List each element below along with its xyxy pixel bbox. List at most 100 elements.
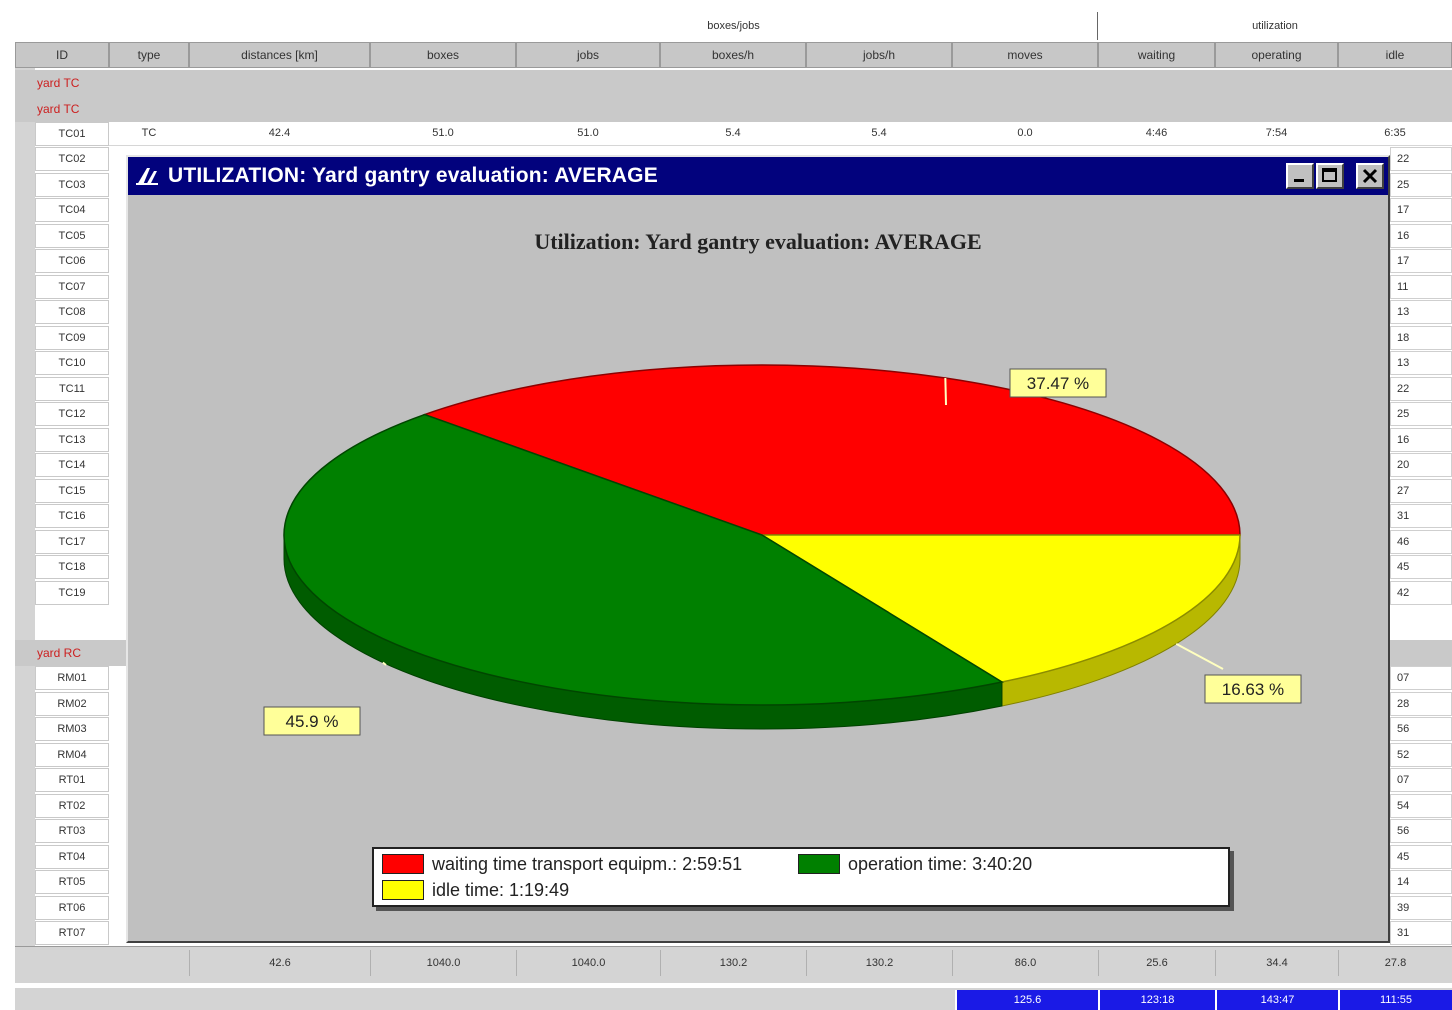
row-id-cell[interactable]: TC03 [35, 172, 109, 197]
table-cell: 39 [1390, 895, 1452, 920]
legend-swatch [382, 854, 424, 874]
column-header-idle[interactable]: idle [1338, 42, 1452, 68]
group-row[interactable]: yard TC [15, 70, 1452, 96]
pie-data-label-operation: 45.9 % [263, 706, 361, 736]
window-titlebar[interactable]: UTILIZATION: Yard gantry evaluation: AVE… [128, 157, 1388, 195]
legend-item-operation: operation time: 3:40:20 [798, 852, 1032, 876]
legend-swatch [382, 880, 424, 900]
row-id-cell[interactable]: TC14 [35, 453, 109, 477]
row-id-cell[interactable]: RM02 [35, 691, 109, 716]
row-id-cell[interactable]: TC05 [35, 223, 109, 248]
column-header-id[interactable]: ID [15, 42, 109, 68]
table-cell: 51.0 [370, 122, 516, 146]
column-header-waiting[interactable]: waiting [1098, 42, 1215, 68]
row-id-cell[interactable]: RT04 [35, 844, 109, 869]
table-cell: 25 [1390, 172, 1452, 197]
table-cell: 11 [1390, 274, 1452, 299]
row-id-cell[interactable]: TC02 [35, 147, 109, 171]
svg-text:16.63 %: 16.63 % [1222, 680, 1284, 699]
column-header-operating[interactable]: operating [1215, 42, 1338, 68]
column-header-jobs-per-hour[interactable]: jobs/h [806, 42, 952, 68]
table-cell: 07 [1390, 768, 1452, 792]
row-id-cell[interactable]: TC07 [35, 274, 109, 299]
table-cell: 31 [1390, 504, 1452, 528]
chart-app-icon [134, 165, 160, 187]
table-cell: 45 [1390, 844, 1452, 869]
row-id-cell[interactable]: TC08 [35, 300, 109, 324]
row-gutter [15, 68, 35, 946]
group-row[interactable]: yard TC [15, 96, 1452, 122]
column-header-boxes[interactable]: boxes [370, 42, 516, 68]
row-id-cell[interactable]: TC11 [35, 376, 109, 401]
row-id-cell[interactable]: RT03 [35, 819, 109, 843]
legend-item-idle: idle time: 1:19:49 [382, 878, 569, 902]
legend-label: idle time: 1:19:49 [432, 879, 570, 900]
table-cell: 16 [1390, 427, 1452, 452]
row-id-cell[interactable]: TC09 [35, 325, 109, 350]
pie-leader-line-idle [1175, 642, 1224, 670]
maximize-button[interactable] [1316, 163, 1344, 189]
table-cell: 22 [1390, 376, 1452, 401]
row-id-cell[interactable]: TC13 [35, 427, 109, 452]
table-cell: 31 [1390, 921, 1452, 945]
row-id-cell[interactable]: TC19 [35, 580, 109, 605]
row-id-cell[interactable]: RT01 [35, 768, 109, 792]
table-cell: 56 [1390, 717, 1452, 741]
table-cell: 52 [1390, 742, 1452, 767]
row-id-cell[interactable]: RM04 [35, 742, 109, 767]
table-cell: 28 [1390, 691, 1452, 716]
close-button[interactable] [1356, 163, 1384, 189]
svg-text:45.9 %: 45.9 % [286, 712, 339, 731]
table-cell: 51.0 [516, 122, 660, 146]
row-id-cell[interactable]: RM03 [35, 717, 109, 741]
utilization-window[interactable]: UTILIZATION: Yard gantry evaluation: AVE… [126, 155, 1390, 943]
table-cell: 17 [1390, 198, 1452, 222]
table-cell: 17 [1390, 249, 1452, 273]
table-cell: 13 [1390, 300, 1452, 324]
group-label: yard RC [37, 646, 82, 660]
row-id-cell[interactable]: RT02 [35, 793, 109, 818]
minimize-button[interactable] [1286, 163, 1314, 189]
table-cell: 14 [1390, 870, 1452, 894]
status-value: 111:55 [1338, 990, 1452, 1010]
row-id-cell[interactable]: RT07 [35, 921, 109, 945]
row-id-cell[interactable]: RT06 [35, 895, 109, 920]
chart-legend: waiting time transport equipm.: 2:59:51 … [372, 847, 1230, 907]
column-header-boxes-per-hour[interactable]: boxes/h [660, 42, 806, 68]
legend-label: operation time: 3:40:20 [848, 853, 1033, 874]
row-id-cell[interactable]: TC04 [35, 198, 109, 222]
total-cell: 130.2 [660, 950, 806, 976]
group-label: yard TC [37, 76, 80, 90]
minimize-icon [1294, 179, 1304, 182]
row-id-cell[interactable]: TC15 [35, 478, 109, 503]
table-cell: 22 [1390, 147, 1452, 171]
row-id-cell[interactable]: TC18 [35, 555, 109, 579]
row-id-cell[interactable]: TC12 [35, 402, 109, 426]
column-header-jobs[interactable]: jobs [516, 42, 660, 68]
group-label: yard TC [37, 102, 80, 116]
table-cell: 25 [1390, 402, 1452, 426]
column-header-moves[interactable]: moves [952, 42, 1098, 68]
table-cell: 20 [1390, 453, 1452, 477]
table-cell: 18 [1390, 325, 1452, 350]
table-cell: 5.4 [660, 122, 806, 146]
table-cell: 45 [1390, 555, 1452, 579]
table-cell: 42 [1390, 580, 1452, 605]
row-id-cell[interactable]: TC16 [35, 504, 109, 528]
row-id-cell[interactable]: TC10 [35, 351, 109, 375]
table-cell: 4:46 [1098, 122, 1215, 146]
column-header-distances[interactable]: distances [km] [189, 42, 370, 68]
row-id-cell[interactable]: RT05 [35, 870, 109, 894]
row-id-cell[interactable]: TC17 [35, 529, 109, 554]
total-cell: 1040.0 [516, 950, 660, 976]
pie-data-label-waiting: 37.47 % [1009, 368, 1107, 398]
column-header-type[interactable]: type [109, 42, 189, 68]
table-cell: 56 [1390, 819, 1452, 843]
row-id-cell[interactable]: TC06 [35, 249, 109, 273]
table-cell: 07 [1390, 666, 1452, 690]
table-cell: 16 [1390, 223, 1452, 248]
status-value: 143:47 [1215, 990, 1338, 1010]
row-id-cell[interactable]: TC01 [35, 122, 109, 146]
status-value: 123:18 [1098, 990, 1215, 1010]
row-id-cell[interactable]: RM01 [35, 666, 109, 690]
